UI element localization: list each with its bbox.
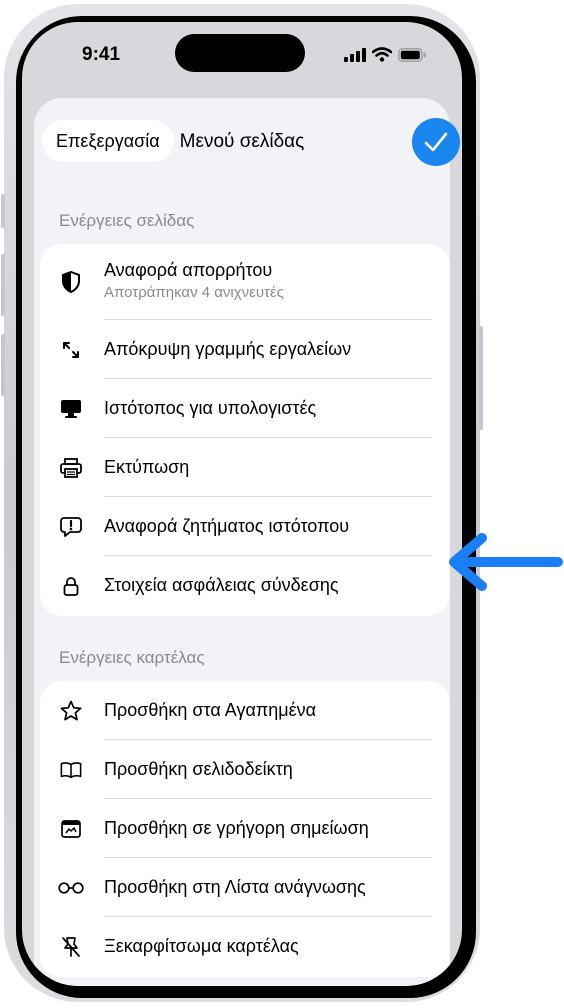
add-quick-note-row[interactable]: Προσθήκη σε γρήγορη σημείωση	[40, 799, 450, 858]
page-actions-header: Ενέργειες σελίδας	[59, 211, 195, 230]
report-bubble-icon	[60, 516, 82, 538]
screen: 9:41 Επεξεργασία Μενού σελίδας Ενέργειες…	[22, 22, 462, 986]
add-bookmark-row[interactable]: Προσθήκη σελιδοδείκτη	[40, 740, 450, 799]
printer-icon	[60, 457, 82, 479]
battery-icon	[398, 47, 426, 62]
status-icons	[344, 47, 426, 62]
cellular-signal-icon	[344, 47, 366, 62]
tab-actions-header: Ενέργειες καρτέλας	[59, 648, 205, 667]
checkmark-icon	[424, 132, 448, 152]
unpin-icon	[60, 936, 82, 958]
add-quick-note-label: Προσθήκη σε γρήγορη σημείωση	[104, 818, 369, 838]
connection-security-row[interactable]: Στοιχεία ασφάλειας σύνδεσης	[40, 556, 450, 615]
status-bar: 9:41	[22, 22, 462, 92]
unpin-tab-label: Ξεκαρφίτσωμα καρτέλας	[104, 936, 299, 956]
add-to-favorites-row[interactable]: Προσθήκη στα Αγαπημένα	[40, 681, 450, 740]
status-time: 9:41	[82, 44, 121, 65]
privacy-report-sublabel: Αποτράπηκαν 4 ανιχνευτές	[104, 284, 284, 301]
done-button[interactable]	[412, 118, 460, 166]
add-reading-list-row[interactable]: Προσθήκη στη Λίστα ανάγνωσης	[40, 858, 450, 917]
add-reading-list-label: Προσθήκη στη Λίστα ανάγνωσης	[104, 877, 366, 897]
tab-actions-group: Προσθήκη στα Αγαπημένα Προσθήκη σελιδοδε…	[40, 681, 450, 977]
add-bookmark-label: Προσθήκη σελιδοδείκτη	[104, 759, 293, 779]
privacy-report-row[interactable]: Αναφορά απορρήτου Αποτράπηκαν 4 ανιχνευτ…	[40, 244, 450, 320]
action-button	[1, 194, 5, 228]
desktop-site-row[interactable]: Ιστότοπος για υπολογιστές	[40, 379, 450, 438]
add-to-favorites-label: Προσθήκη στα Αγαπημένα	[104, 700, 317, 720]
wifi-icon	[372, 47, 392, 62]
print-row[interactable]: Εκτύπωση	[40, 438, 450, 497]
hide-toolbar-label: Απόκρυψη γραμμής εργαλείων	[104, 339, 352, 359]
hide-toolbar-row[interactable]: Απόκρυψη γραμμής εργαλείων	[40, 320, 450, 379]
unpin-tab-row[interactable]: Ξεκαρφίτσωμα καρτέλας	[40, 917, 450, 976]
privacy-report-label: Αναφορά απορρήτου	[104, 260, 273, 280]
page-actions-group: Αναφορά απορρήτου Αποτράπηκαν 4 ανιχνευτ…	[40, 244, 450, 616]
desktop-monitor-icon	[60, 398, 82, 420]
edit-button[interactable]: Επεξεργασία	[42, 120, 174, 162]
report-issue-label: Αναφορά ζητήματος ιστότοπου	[104, 516, 350, 536]
callout-arrow-icon	[449, 533, 563, 591]
quick-note-icon	[60, 818, 82, 840]
book-icon	[60, 759, 82, 781]
privacy-shield-icon	[60, 271, 82, 293]
print-label: Εκτύπωση	[104, 457, 190, 477]
report-issue-row[interactable]: Αναφορά ζητήματος ιστότοπου	[40, 497, 450, 556]
connection-security-label: Στοιχεία ασφάλειας σύνδεσης	[104, 575, 339, 595]
glasses-icon	[58, 877, 84, 899]
page-menu-sheet: Επεξεργασία Μενού σελίδας Ενέργειες σελί…	[34, 98, 460, 986]
star-icon	[60, 700, 82, 722]
dynamic-island	[175, 34, 305, 72]
power-button	[479, 326, 483, 430]
expand-arrows-icon	[60, 339, 82, 361]
volume-up-button	[1, 254, 5, 316]
lock-icon	[60, 575, 82, 597]
desktop-site-label: Ιστότοπος για υπολογιστές	[104, 398, 317, 418]
volume-down-button	[1, 334, 5, 396]
